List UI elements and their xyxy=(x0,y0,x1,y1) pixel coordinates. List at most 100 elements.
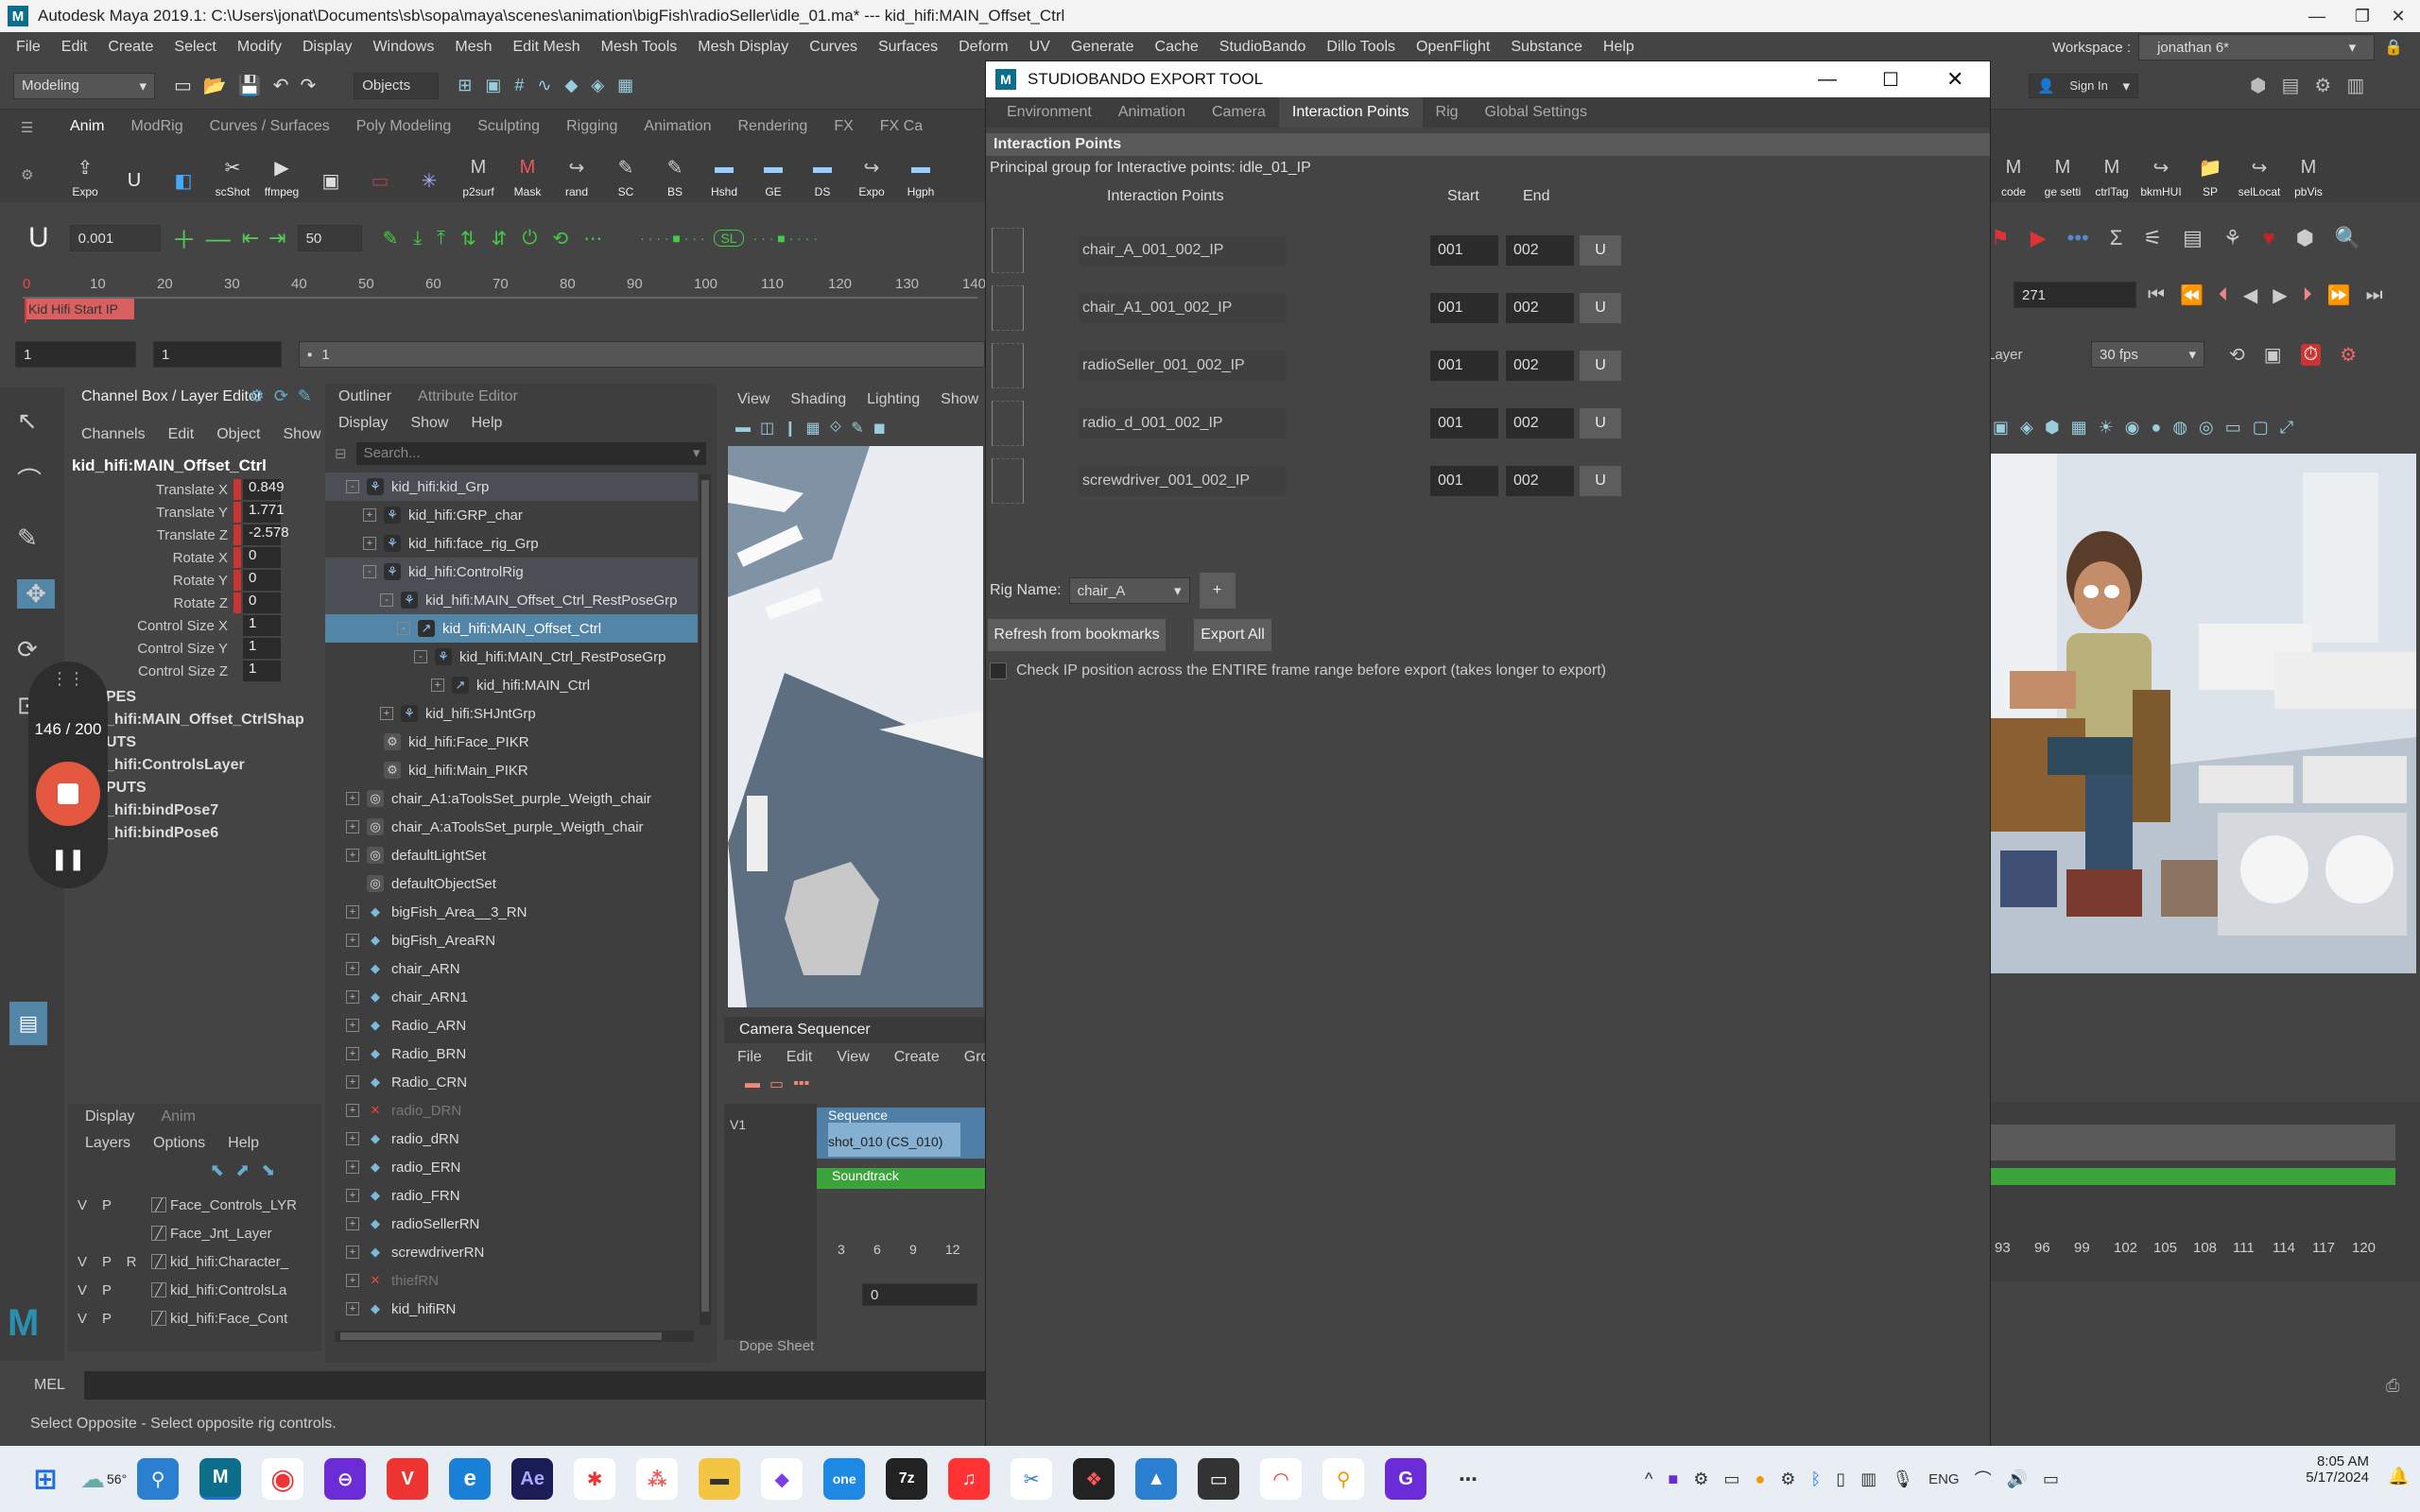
app-purple-icon[interactable]: ⊖ xyxy=(324,1458,367,1500)
recorder-stop-button[interactable] xyxy=(36,762,100,826)
expand-icon[interactable]: + xyxy=(346,1160,359,1174)
arrow-right-icon[interactable]: ⇥ xyxy=(268,226,285,250)
vp-toggle-4-icon[interactable]: ▦ xyxy=(2071,418,2087,438)
cam-attr-icon[interactable]: ◫ xyxy=(760,419,774,438)
outliner-item[interactable]: + ◆ bigFish_AreaRN xyxy=(325,926,698,954)
shelf-button[interactable]: Mp2surf xyxy=(457,140,500,199)
outliner-item[interactable]: + ⚘ kid_hifi:face_rig_Grp xyxy=(325,529,698,558)
dialog-close-button[interactable]: ✕ xyxy=(1946,67,1963,92)
cs-sequence-clip[interactable]: Sequence shot_010 (CS_010) xyxy=(817,1108,985,1159)
outliner-menu[interactable]: Display xyxy=(338,415,388,432)
shelf-button[interactable]: ✳ xyxy=(407,140,451,198)
outliner-item[interactable]: ◎ defaultObjectSet xyxy=(325,869,698,898)
dialog-minimize-button[interactable]: — xyxy=(1818,69,1837,91)
fps-dropdown[interactable]: 30 fps ▾ xyxy=(2091,341,2204,368)
expand-icon[interactable]: + xyxy=(363,537,376,550)
shelf-button[interactable]: U xyxy=(112,140,156,198)
outliner-item[interactable]: + ◆ screwdriverRN xyxy=(325,1238,698,1266)
ip-update-button[interactable]: U xyxy=(1580,351,1621,381)
layer-menu[interactable]: Options xyxy=(153,1135,205,1152)
shelf-tab[interactable]: Rigging xyxy=(566,118,617,135)
vp-iso-icon[interactable]: ◍ xyxy=(2172,418,2187,438)
undo-icon[interactable]: ↶ xyxy=(273,74,289,97)
key-tool-icon[interactable]: ✎ xyxy=(383,227,399,250)
step-back-icon[interactable]: ◀ xyxy=(2243,284,2257,307)
shelf-button[interactable]: ▬ Hshd xyxy=(702,140,746,199)
viewport-3d[interactable] xyxy=(728,446,983,1007)
figma-app-icon[interactable]: ❖ xyxy=(1073,1458,1115,1500)
sl-button[interactable]: SL xyxy=(714,230,744,247)
channel-attr-value[interactable]: 0.849 xyxy=(243,479,285,500)
save-scene-icon[interactable]: 💾 xyxy=(238,74,262,97)
camera-sequencer-menu[interactable]: Create xyxy=(894,1049,940,1066)
wireframe-icon[interactable]: ⟐ xyxy=(830,420,842,437)
layer-p-toggle[interactable]: P xyxy=(96,1282,117,1298)
app-drop-icon[interactable]: ◆ xyxy=(761,1458,804,1500)
sound-icon[interactable]: ▣ xyxy=(2264,343,2282,367)
expand-icon[interactable]: + xyxy=(346,1104,359,1117)
expand-icon[interactable]: + xyxy=(346,1075,359,1089)
ip-update-button[interactable]: U xyxy=(1580,293,1621,323)
shaded-icon[interactable]: ◼ xyxy=(873,419,886,438)
expand-icon[interactable]: + xyxy=(363,508,376,522)
vp-toggle-2-icon[interactable]: ◈ xyxy=(2020,418,2033,438)
lock-icon[interactable]: 🔒 xyxy=(2384,38,2403,57)
range-start-input[interactable]: 1 xyxy=(15,341,136,368)
outliner-tab[interactable]: Attribute Editor xyxy=(418,388,518,405)
clock[interactable]: 8:05 AM 5/17/2024 xyxy=(2265,1453,2369,1486)
menu-mesh-display[interactable]: Mesh Display xyxy=(698,39,788,56)
loop-icon[interactable]: ⟲ xyxy=(2229,343,2245,367)
tray-app-1-icon[interactable]: ■ xyxy=(1668,1469,1678,1489)
outliner-item[interactable]: ⚙ kid_hifi:Face_PIKR xyxy=(325,728,698,756)
channel-box-tool-icon[interactable]: ⚙ xyxy=(250,387,265,406)
menu-file[interactable]: File xyxy=(16,39,41,56)
auto-key-icon[interactable]: ⏱ xyxy=(2300,343,2322,366)
cs-shot-clip[interactable]: shot_010 (CS_010) xyxy=(828,1123,960,1157)
vp-toggle-3-icon[interactable]: ⬢ xyxy=(2045,418,2060,438)
outliner-item[interactable]: + ◎ chair_A1:aToolsSet_purple_Weigth_chair xyxy=(325,784,698,813)
outliner-item[interactable]: + ◆ bigFish_Area__3_RN xyxy=(325,898,698,926)
menu-surfaces[interactable]: Surfaces xyxy=(878,39,938,56)
layer-new-selected-icon[interactable]: ⬊ xyxy=(261,1160,275,1180)
ip-name-field[interactable]: radio_d_001_002_IP xyxy=(1079,408,1287,438)
shelf-button[interactable]: ▬ DS xyxy=(801,140,844,199)
collapse-icon[interactable]: - xyxy=(397,622,410,635)
viewport-menu[interactable]: View xyxy=(737,391,769,408)
outliner-hscroll-thumb[interactable] xyxy=(340,1332,662,1340)
expand-icon[interactable]: + xyxy=(346,820,359,833)
menu-create[interactable]: Create xyxy=(108,39,153,56)
ip-row-handle-icon[interactable] xyxy=(992,285,1024,331)
expand-icon[interactable]: + xyxy=(346,792,359,805)
collapse-icon[interactable]: - xyxy=(346,480,359,493)
lasso-tool-icon[interactable]: ⌒ xyxy=(17,462,64,497)
new-scene-icon[interactable]: ▭ xyxy=(174,74,192,97)
dialog-tab-animation[interactable]: Animation xyxy=(1105,97,1199,128)
expand-icon[interactable]: + xyxy=(346,849,359,862)
terminal-app-icon[interactable]: ▭ xyxy=(1198,1458,1240,1500)
select-tool-icon[interactable]: ↖ xyxy=(17,406,64,436)
cs-tool-2-icon[interactable]: ▭ xyxy=(769,1074,784,1093)
shelf-button[interactable]: ✂ scShot xyxy=(211,140,254,199)
channel-box-menu[interactable]: Show xyxy=(283,426,320,443)
cs-tool-3-icon[interactable]: ▪▪▪ xyxy=(793,1075,809,1092)
layout-icon[interactable]: ▤ xyxy=(9,1002,47,1045)
ip-row-handle-icon[interactable] xyxy=(992,401,1024,446)
tray-app-2-icon[interactable]: ⚙ xyxy=(1693,1469,1708,1489)
key-copy-icon[interactable]: ⇅ xyxy=(460,227,476,250)
rotate-tool-icon[interactable]: ⟳ xyxy=(17,635,64,664)
tray-app-5-icon[interactable]: ⚙ xyxy=(1780,1469,1795,1489)
shelf-button[interactable]: ✎ SC xyxy=(604,140,648,199)
viewport-menu[interactable]: Show xyxy=(941,391,978,408)
play-icon[interactable]: ▶ xyxy=(2273,284,2287,307)
outliner-item[interactable]: + ✕ thiefRN xyxy=(325,1266,698,1295)
layer-tab[interactable]: Anim xyxy=(161,1108,195,1125)
collapse-icon[interactable]: - xyxy=(414,650,427,663)
snap-point-icon[interactable]: ◆ xyxy=(564,76,578,95)
layer-v-toggle[interactable]: V xyxy=(72,1197,93,1213)
outliner-item[interactable]: + ✕ radio_DRN xyxy=(325,1096,698,1125)
tolerance-input[interactable]: 0.001 xyxy=(69,225,161,251)
ip-end-field[interactable]: 002 xyxy=(1506,466,1574,496)
bookmark-play-icon[interactable]: ▶ xyxy=(2031,226,2047,250)
outliner-scrollbar[interactable] xyxy=(700,474,711,1325)
menu-openflight[interactable]: OpenFlight xyxy=(1416,39,1490,56)
